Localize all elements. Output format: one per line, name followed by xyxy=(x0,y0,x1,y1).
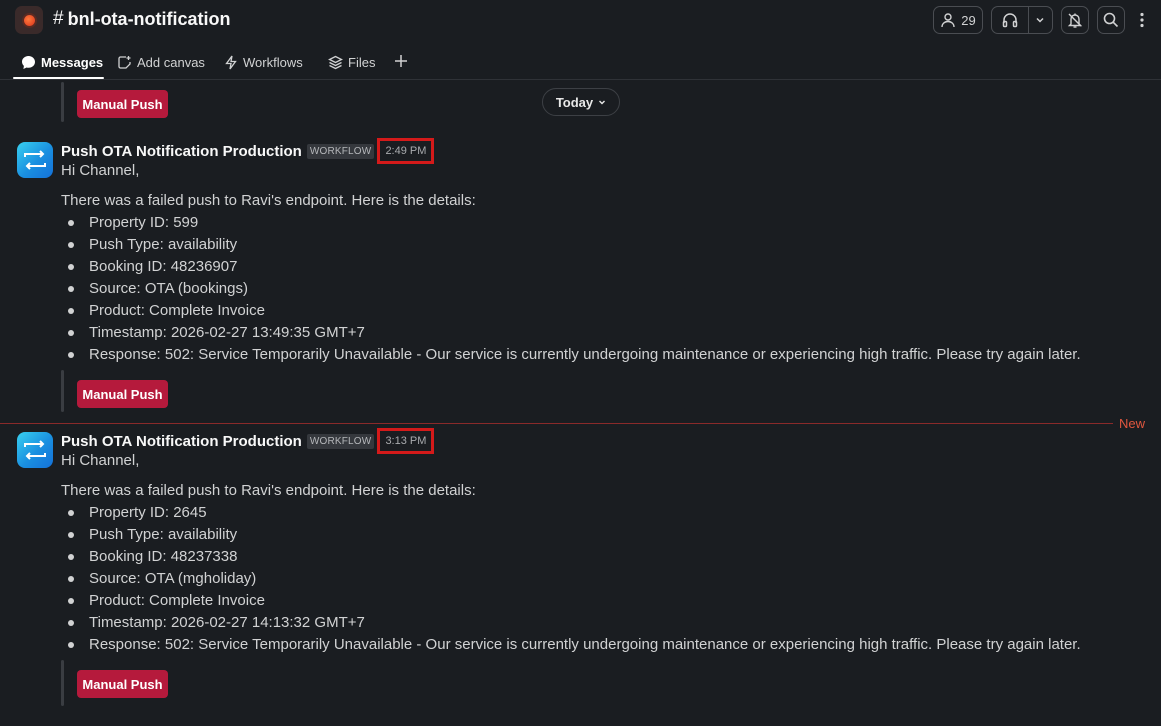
list-item: Property ID: 599 xyxy=(61,212,1081,234)
message-timestamp[interactable]: 2:49 PM xyxy=(377,138,435,164)
search-button[interactable] xyxy=(1097,6,1125,34)
list-item: Response: 502: Service Temporarily Unava… xyxy=(61,634,1081,656)
list-item: Booking ID: 48236907 xyxy=(61,256,1081,278)
workflow-avatar[interactable] xyxy=(17,142,53,178)
tab-label: Workflows xyxy=(243,55,303,70)
plus-icon xyxy=(395,55,407,67)
tab-add-canvas[interactable]: Add canvas xyxy=(117,55,205,70)
date-divider-today[interactable]: Today xyxy=(542,88,620,116)
attachment-bar xyxy=(61,82,64,122)
person-icon xyxy=(941,13,955,28)
headphones-icon xyxy=(1002,13,1018,28)
sender-name[interactable]: Push OTA Notification Production xyxy=(61,143,302,160)
layers-icon xyxy=(328,55,343,70)
chevron-down-icon xyxy=(1036,17,1044,23)
huddle-options[interactable] xyxy=(1029,7,1052,33)
message-greeting: Hi Channel, xyxy=(61,162,140,179)
tab-files[interactable]: Files xyxy=(328,55,375,70)
huddle-button[interactable] xyxy=(991,6,1053,34)
details-list: Property ID: 599 Push Type: availability… xyxy=(61,212,1081,366)
list-item: Product: Complete Invoice xyxy=(61,300,1081,322)
active-tab-indicator xyxy=(13,77,104,79)
add-tab-button[interactable] xyxy=(393,53,409,69)
message-intro: There was a failed push to Ravi's endpoi… xyxy=(61,192,476,209)
bell-off-icon xyxy=(1067,13,1083,28)
message-bubble-icon xyxy=(22,56,35,69)
message-header: Push OTA Notification Production WORKFLO… xyxy=(61,428,435,454)
header-actions: 29 xyxy=(933,6,1151,34)
channel-name: bnl-ota-notification xyxy=(67,8,231,29)
list-item: Product: Complete Invoice xyxy=(61,590,1081,612)
message-timestamp[interactable]: 3:13 PM xyxy=(377,428,435,454)
tab-label: Messages xyxy=(41,55,104,70)
manual-push-button[interactable]: Manual Push xyxy=(77,380,168,408)
manual-push-button[interactable]: Manual Push xyxy=(77,670,168,698)
message-greeting: Hi Channel, xyxy=(61,452,140,469)
message-intro: There was a failed push to Ravi's endpoi… xyxy=(61,482,476,499)
list-item: Source: OTA (bookings) xyxy=(61,278,1081,300)
lightning-icon xyxy=(225,55,237,70)
list-item: Property ID: 2645 xyxy=(61,502,1081,524)
attachment-bar xyxy=(61,370,64,412)
list-item: Push Type: availability xyxy=(61,524,1081,546)
list-item: Source: OTA (mgholiday) xyxy=(61,568,1081,590)
workflow-badge: WORKFLOW xyxy=(306,433,375,449)
kebab-icon xyxy=(1140,12,1144,28)
new-messages-divider xyxy=(0,423,1113,424)
huddle-start[interactable] xyxy=(992,7,1029,33)
channel-avatar-dot xyxy=(23,14,35,26)
members-button[interactable]: 29 xyxy=(933,6,983,34)
workflow-avatar[interactable] xyxy=(17,432,53,468)
search-icon xyxy=(1103,12,1119,28)
canvas-add-icon xyxy=(118,56,131,69)
workflow-badge: WORKFLOW xyxy=(306,143,375,159)
notifications-button[interactable] xyxy=(1061,6,1089,34)
tab-workflows[interactable]: Workflows xyxy=(224,55,303,70)
tab-label: Files xyxy=(348,55,376,70)
sync-arrows-icon xyxy=(24,440,46,460)
channel-tabs: Messages Add canvas Workflows Files xyxy=(0,48,1161,80)
details-list: Property ID: 2645 Push Type: availabilit… xyxy=(61,502,1081,656)
more-options-button[interactable] xyxy=(1133,6,1151,34)
channel-header: # bnl-ota-notification 29 xyxy=(0,0,1161,42)
sender-name[interactable]: Push OTA Notification Production xyxy=(61,433,302,450)
message-header: Push OTA Notification Production WORKFLO… xyxy=(61,138,435,164)
list-item: Booking ID: 48237338 xyxy=(61,546,1081,568)
tab-label: Add canvas xyxy=(137,55,205,70)
list-item: Response: 502: Service Temporarily Unava… xyxy=(61,344,1081,366)
list-item: Timestamp: 2026-02-27 13:49:35 GMT+7 xyxy=(61,322,1081,344)
member-count: 29 xyxy=(961,12,976,28)
attachment-bar xyxy=(61,660,64,706)
new-messages-label: New xyxy=(1119,416,1146,431)
list-item: Timestamp: 2026-02-27 14:13:32 GMT+7 xyxy=(61,612,1081,634)
manual-push-button[interactable]: Manual Push xyxy=(77,90,168,118)
chevron-down-icon xyxy=(599,100,606,105)
tab-messages[interactable]: Messages xyxy=(21,55,103,70)
hash-icon: # xyxy=(53,8,64,29)
sync-arrows-icon xyxy=(24,150,46,170)
date-divider-label: Today xyxy=(555,94,594,110)
list-item: Push Type: availability xyxy=(61,234,1081,256)
channel-title[interactable]: # bnl-ota-notification xyxy=(53,8,231,30)
channel-avatar[interactable] xyxy=(15,6,43,34)
